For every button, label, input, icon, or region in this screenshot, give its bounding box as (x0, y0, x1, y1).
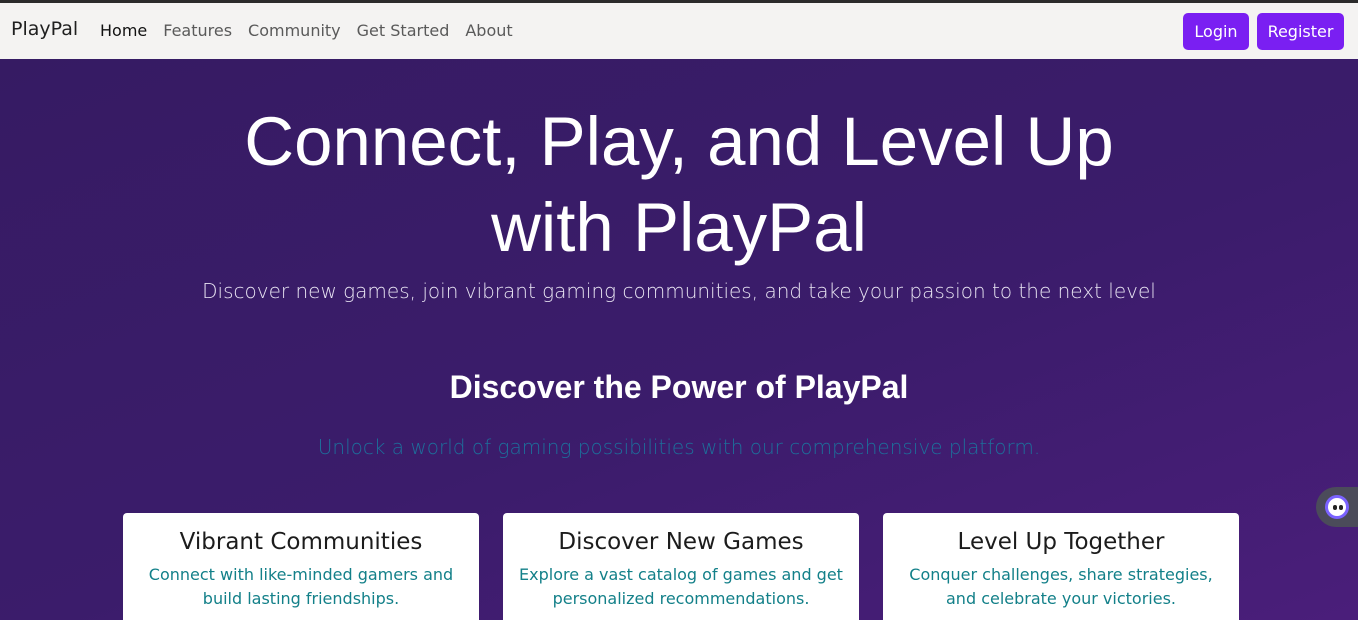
nav-links: Home Features Community Get Started Abou… (100, 21, 529, 41)
login-button[interactable]: Login (1183, 13, 1249, 50)
nav-home[interactable]: Home (100, 21, 147, 41)
card-title: Discover New Games (558, 529, 804, 555)
card-text: Connect with like-minded gamers and buil… (148, 565, 454, 608)
chat-widget-button[interactable] (1316, 487, 1358, 527)
feature-card-level-up: Level Up Together Conquer challenges, sh… (883, 513, 1239, 620)
card-title: Level Up Together (957, 529, 1165, 555)
nav-about[interactable]: About (465, 21, 512, 41)
navbar: PlayPal Home Features Community Get Star… (0, 3, 1358, 59)
card-title: Vibrant Communities (179, 529, 423, 555)
card-text: Conquer challenges, share strategies, an… (909, 565, 1213, 608)
chat-bot-icon (1325, 495, 1349, 519)
register-button[interactable]: Register (1257, 13, 1344, 50)
hero-section: Connect, Play, and Level Up with PlayPal… (0, 59, 1358, 620)
card-text: Explore a vast catalog of games and get … (519, 565, 843, 608)
feature-card-games: Discover New Games Explore a vast catalo… (503, 513, 859, 620)
nav-features[interactable]: Features (163, 21, 232, 41)
features-subtitle: Unlock a world of gaming possibilities w… (317, 435, 1041, 459)
hero-subtitle: Discover new games, join vibrant gaming … (202, 279, 1156, 303)
hero-title: Connect, Play, and Level Up with PlayPal (244, 103, 1114, 266)
feature-card-communities: Vibrant Communities Connect with like-mi… (123, 513, 479, 620)
nav-community[interactable]: Community (248, 21, 341, 41)
nav-get-started[interactable]: Get Started (357, 21, 450, 41)
features-title: Discover the Power of PlayPal (449, 369, 909, 405)
brand-logo[interactable]: PlayPal (11, 18, 78, 40)
